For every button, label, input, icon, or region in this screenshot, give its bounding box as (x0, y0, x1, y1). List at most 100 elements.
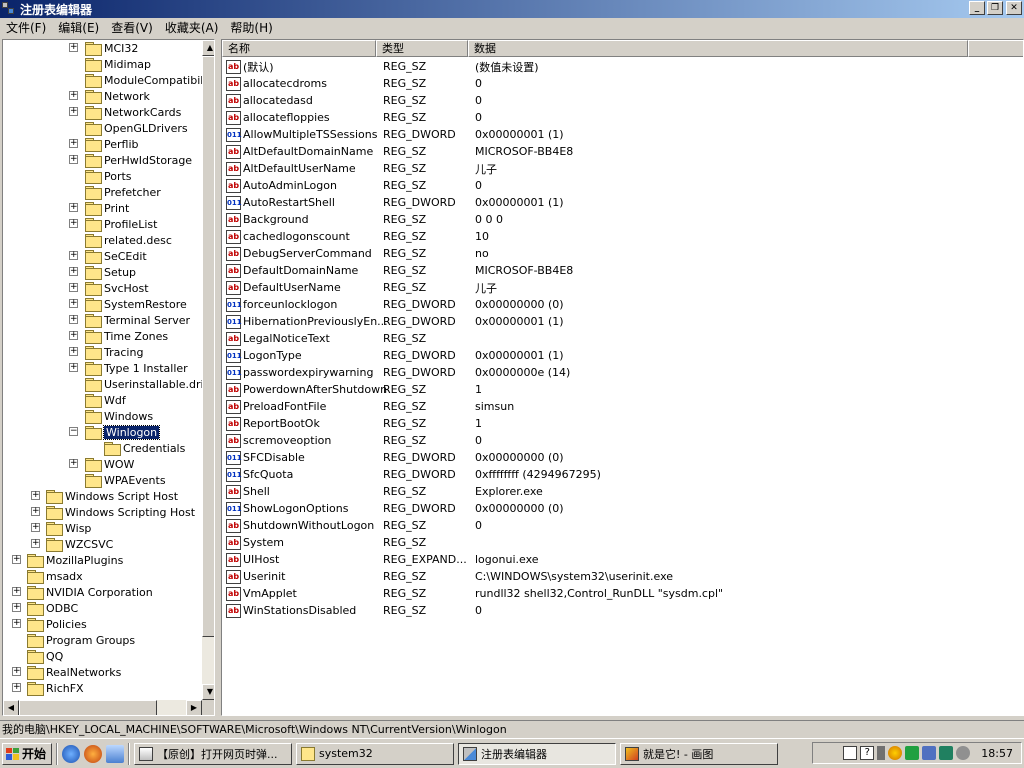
value-row[interactable]: 011 AllowMultipleTSSessions REG_DWORD 0x000… (226, 126, 564, 143)
expand-icon[interactable]: + (12, 555, 21, 564)
security-icon[interactable] (956, 746, 971, 760)
collapse-icon[interactable]: − (69, 427, 78, 436)
expand-icon[interactable]: + (69, 203, 78, 212)
value-row[interactable]: ab allocatedasd REG_SZ 0 (226, 92, 482, 109)
tree-node[interactable]: Midimap (3, 56, 202, 72)
tree-node[interactable]: Ports (3, 168, 202, 184)
tree-node[interactable]: + Print (3, 200, 202, 216)
value-row[interactable]: 011 HibernationPreviouslyEn... REG_DWORD 0x… (226, 313, 564, 330)
tree-node[interactable]: + ProfileList (3, 216, 202, 232)
expand-icon[interactable]: + (12, 619, 21, 628)
tree-node[interactable]: + SvcHost (3, 280, 202, 296)
value-row[interactable]: ab Background REG_SZ 0 0 0 (226, 211, 503, 228)
tree-node[interactable]: + Policies (3, 616, 202, 632)
expand-icon[interactable]: + (69, 107, 78, 116)
task-button-regedit[interactable]: 注册表编辑器 (458, 742, 616, 765)
values-list[interactable]: 名称 类型 数据 ab (默认) REG_SZ (数值未设置) ab allocatecd… (221, 39, 1024, 716)
value-row[interactable]: ab AltDefaultDomainName REG_SZ MICROSOF-BB4… (226, 143, 573, 160)
value-row[interactable]: 011 SfcQuota REG_DWORD 0xffffffff (42949672… (226, 466, 601, 483)
tree-node[interactable]: + RealNetworks (3, 664, 202, 680)
menu-help[interactable]: 帮助(H) (224, 19, 278, 36)
value-row[interactable]: ab Shell REG_SZ Explorer.exe (226, 483, 543, 500)
expand-icon[interactable]: + (12, 667, 21, 676)
tree-node[interactable]: + WZCSVC (3, 536, 202, 552)
value-row[interactable]: 011 forceunlocklogon REG_DWORD 0x00000000 (… (226, 296, 564, 313)
column-header-name[interactable]: 名称 (222, 40, 376, 57)
value-row[interactable]: ab WinStationsDisabled REG_SZ 0 (226, 602, 482, 619)
tree-node[interactable]: Program Groups (3, 632, 202, 648)
firefox-icon[interactable] (84, 744, 102, 763)
tree-node[interactable]: + Windows Script Host (3, 488, 202, 504)
tree-node[interactable]: + SeCEdit (3, 248, 202, 264)
minimize-button[interactable]: _ (969, 1, 985, 15)
expand-icon[interactable]: + (12, 683, 21, 692)
tree-node[interactable]: + Tracing (3, 344, 202, 360)
value-row[interactable]: ab DefaultDomainName REG_SZ MICROSOF-BB4E8 (226, 262, 573, 279)
tree-node[interactable]: Windows (3, 408, 202, 424)
column-header-data[interactable]: 数据 (468, 40, 968, 57)
close-button[interactable]: ✕ (1006, 1, 1022, 15)
tree-node[interactable]: + SystemRestore (3, 296, 202, 312)
tree-node[interactable]: + ODBC (3, 600, 202, 616)
value-row[interactable]: 011 SFCDisable REG_DWORD 0x00000000 (0) (226, 449, 564, 466)
value-row[interactable]: 011 AutoRestartShell REG_DWORD 0x00000001 (… (226, 194, 564, 211)
task-button-browser[interactable]: 【原创】打开网页时弹... (134, 742, 292, 765)
expand-icon[interactable]: + (69, 331, 78, 340)
expand-icon[interactable]: + (69, 267, 78, 276)
expand-icon[interactable]: + (69, 139, 78, 148)
expand-icon[interactable]: + (69, 43, 78, 52)
value-row[interactable]: ab ShutdownWithoutLogon REG_SZ 0 (226, 517, 482, 534)
registry-tree[interactable]: + MCI32 Midimap ModuleCompatibility + Network… (2, 39, 215, 716)
value-row[interactable]: 011 LogonType REG_DWORD 0x00000001 (1) (226, 347, 564, 364)
value-row[interactable]: 011 ShowLogonOptions REG_DWORD 0x00000000 (… (226, 500, 564, 517)
tree-node[interactable]: + Terminal Server (3, 312, 202, 328)
value-row[interactable]: ab DebugServerCommand REG_SZ no (226, 245, 489, 262)
hscroll-thumb[interactable] (19, 700, 157, 715)
ie-icon[interactable] (62, 744, 80, 763)
scroll-thumb[interactable] (202, 56, 214, 637)
tree-node[interactable]: + Wisp (3, 520, 202, 536)
expand-icon[interactable]: + (69, 219, 78, 228)
tree-node[interactable]: + NetworkCards (3, 104, 202, 120)
expand-icon[interactable]: + (12, 603, 21, 612)
volume-icon[interactable] (877, 746, 886, 760)
scroll-left-button[interactable]: ◀ (3, 700, 19, 715)
expand-icon[interactable]: + (69, 155, 78, 164)
tree-node[interactable]: related.desc (3, 232, 202, 248)
value-row[interactable]: ab System REG_SZ (226, 534, 426, 551)
tree-node[interactable]: + Time Zones (3, 328, 202, 344)
value-row[interactable]: 011 passwordexpirywarning REG_DWORD 0x00000… (226, 364, 570, 381)
task-button-paint[interactable]: 就是它! - 画图 (620, 742, 778, 765)
tree-node[interactable]: Userinstallable.drivers (3, 376, 214, 392)
tree-node[interactable]: + Network (3, 88, 202, 104)
start-button[interactable]: 开始 (2, 742, 52, 765)
expand-icon[interactable]: + (31, 491, 40, 500)
tree-horizontal-scrollbar[interactable]: ◀ ▶ (3, 700, 202, 715)
value-row[interactable]: ab (默认) REG_SZ (数值未设置) (226, 58, 539, 75)
network-icon[interactable] (922, 746, 937, 760)
expand-icon[interactable]: + (69, 459, 78, 468)
value-row[interactable]: ab LegalNoticeText REG_SZ (226, 330, 426, 347)
tree-node[interactable]: ModuleCompatibility (3, 72, 214, 88)
task-button-system32[interactable]: system32 (296, 742, 454, 765)
value-row[interactable]: ab PreloadFontFile REG_SZ simsun (226, 398, 514, 415)
tree-node[interactable]: msadx (3, 568, 202, 584)
expand-icon[interactable]: + (31, 507, 40, 516)
value-row[interactable]: ab cachedlogonscount REG_SZ 10 (226, 228, 489, 245)
tree-vertical-scrollbar[interactable]: ▲ ▼ (202, 40, 214, 700)
tree-node[interactable]: QQ (3, 648, 202, 664)
expand-icon[interactable]: + (31, 539, 40, 548)
expand-icon[interactable]: + (69, 251, 78, 260)
value-row[interactable]: ab PowerdownAfterShutdown REG_SZ 1 (226, 381, 482, 398)
tree-node[interactable]: Credentials (3, 440, 202, 456)
expand-icon[interactable]: + (69, 299, 78, 308)
value-row[interactable]: ab ReportBootOk REG_SZ 1 (226, 415, 482, 432)
antivirus-icon[interactable] (939, 746, 954, 760)
value-row[interactable]: ab allocatefloppies REG_SZ 0 (226, 109, 482, 126)
value-row[interactable]: ab scremoveoption REG_SZ 0 (226, 432, 482, 449)
expand-icon[interactable]: + (31, 523, 40, 532)
expand-icon[interactable]: + (69, 347, 78, 356)
value-row[interactable]: ab AutoAdminLogon REG_SZ 0 (226, 177, 482, 194)
restore-button[interactable]: ❐ (987, 1, 1003, 15)
tree-node[interactable]: Prefetcher (3, 184, 202, 200)
